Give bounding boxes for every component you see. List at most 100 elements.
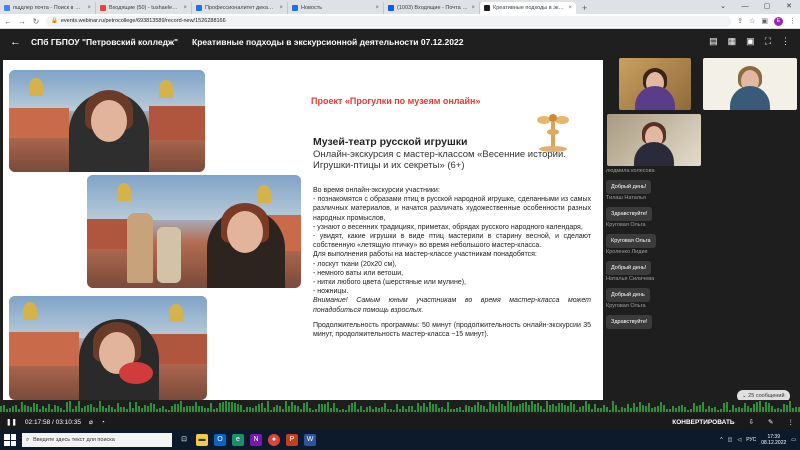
waveform-bar — [159, 408, 161, 412]
chevron-up-icon[interactable]: ^ — [720, 437, 722, 443]
browser-tab[interactable]: Входящие (50) - tushaelena6110@...× — [96, 2, 192, 14]
close-icon[interactable]: × — [471, 5, 475, 11]
waveform-bar — [606, 407, 608, 412]
clock[interactable]: 17:39 08.12.2022 — [761, 434, 786, 446]
waveform-bar — [756, 402, 758, 412]
material-item: - немного ваты или ветоши, — [313, 269, 404, 277]
edge-icon[interactable]: e — [232, 434, 244, 446]
back-icon[interactable]: ← — [4, 17, 12, 26]
pause-icon[interactable]: ❚❚ — [6, 418, 17, 426]
waveform-bar — [741, 407, 743, 412]
new-tab-button[interactable]: + — [576, 2, 593, 14]
onenote-icon[interactable]: N — [250, 434, 262, 446]
browser-tab-active[interactable]: Креативные подходы в экску... × — [480, 2, 576, 14]
notifications-icon[interactable]: ▭ — [791, 437, 796, 443]
waveform-bar — [303, 402, 305, 412]
edit-icon[interactable]: ✎ — [768, 418, 773, 426]
more-icon[interactable]: ⋮ — [781, 36, 790, 47]
browser-tab[interactable]: Новость × — [288, 2, 384, 14]
taskbar-search-input[interactable]: ⌕ Введите здесь текст для поиска — [22, 433, 172, 447]
minimize-icon[interactable]: — — [734, 0, 756, 14]
reload-icon[interactable]: ↻ — [32, 17, 40, 26]
waveform-bar — [765, 401, 767, 412]
bullet-text: - познакомятся с образами птиц в русской… — [313, 196, 591, 222]
chat-author: Тилаш Наталья — [606, 195, 646, 201]
waveform-bar — [54, 404, 56, 412]
waveform-bar — [135, 402, 137, 412]
waveform-bar — [186, 406, 188, 412]
chevron-down-icon[interactable]: ⌄ — [712, 0, 734, 14]
waveform-bar — [672, 405, 674, 412]
waveform-bar — [792, 407, 794, 412]
audio-waveform[interactable] — [0, 400, 800, 414]
waveform-bar — [129, 401, 131, 412]
waveform-bar — [750, 407, 752, 412]
waveform-bar — [570, 402, 572, 412]
chat-icon[interactable]: ▤ — [709, 36, 718, 47]
waveform-bar — [63, 409, 65, 412]
fullscreen-icon[interactable]: ⛶ — [765, 36, 771, 47]
layout-icon[interactable]: ▣ — [746, 36, 755, 47]
waveform-bar — [276, 404, 278, 412]
waveform-bar — [759, 401, 761, 412]
url-input[interactable]: 🔒 events.webinar.ru/petrocollege/6938135… — [46, 15, 732, 27]
video-tile[interactable] — [619, 58, 691, 110]
bullet-text: - узнают о весенних традициях, приметах,… — [313, 223, 583, 231]
video-tile[interactable] — [607, 114, 701, 166]
powerpoint-icon[interactable]: P — [286, 434, 298, 446]
outlook-icon[interactable]: O — [214, 434, 226, 446]
extensions-icon[interactable]: ▣ — [761, 17, 768, 25]
waveform-bar — [222, 402, 224, 412]
close-icon[interactable]: × — [279, 5, 283, 11]
waveform-bar — [447, 402, 449, 412]
waveform-bar — [141, 407, 143, 412]
language-indicator[interactable]: РУС — [746, 437, 756, 443]
menu-icon[interactable]: ⋮ — [789, 17, 796, 25]
chat-author: Кроленко Лидия — [606, 249, 648, 255]
windows-start-icon[interactable] — [4, 434, 16, 446]
video-tile[interactable] — [703, 58, 797, 110]
chrome-icon[interactable]: ● — [268, 434, 280, 446]
waveform-bar — [15, 405, 17, 412]
waveform-bar — [441, 406, 443, 412]
volume-icon[interactable]: ◔ — [101, 419, 105, 426]
close-icon[interactable]: × — [568, 5, 572, 11]
volume-tray-icon[interactable]: ◁ — [737, 437, 741, 443]
waveform-bar — [285, 401, 287, 412]
download-icon[interactable]: ⇩ — [749, 418, 754, 426]
file-explorer-icon[interactable]: ▬ — [196, 434, 208, 446]
waveform-bar — [162, 405, 164, 412]
close-window-icon[interactable]: ✕ — [778, 0, 800, 14]
star-icon[interactable]: ☆ — [749, 17, 755, 25]
waveform-bar — [735, 407, 737, 412]
forward-icon[interactable]: → — [18, 17, 26, 26]
participants-icon[interactable]: ▦ — [728, 36, 737, 47]
back-arrow-icon[interactable]: ← — [10, 36, 21, 48]
waveform-bar — [561, 402, 563, 412]
word-icon[interactable]: W — [304, 434, 316, 446]
share-icon[interactable]: ⇪ — [737, 17, 743, 25]
waveform-bar — [42, 405, 44, 412]
close-icon[interactable]: × — [375, 5, 379, 11]
browser-tab[interactable]: пщдлер почта - Поиск в Google× — [0, 2, 96, 14]
browser-tab[interactable]: (1003) Входящие - Почта Mail.ru× — [384, 2, 480, 14]
close-icon[interactable]: × — [87, 5, 91, 11]
browser-tab[interactable]: Профессионалитет декабрь 2022× — [192, 2, 288, 14]
duration-text: Продолжительность программы: 50 минут (п… — [313, 321, 591, 339]
chat-list: людмила колесова Добрый день! Тилаш Ната… — [603, 168, 800, 330]
waveform-bar — [504, 405, 506, 412]
network-icon[interactable]: ◫ — [728, 437, 733, 443]
waveform-bar — [630, 407, 632, 412]
maximize-icon[interactable]: ▢ — [756, 0, 778, 14]
task-view-icon[interactable]: ⊡ — [178, 434, 190, 446]
waveform-bar — [78, 401, 80, 412]
profile-avatar[interactable]: E — [774, 16, 783, 26]
material-item: - ножницы. — [313, 288, 349, 296]
convert-button[interactable]: КОНВЕРТИРОВАТЬ — [672, 419, 734, 426]
waveform-bar — [486, 408, 488, 412]
waveform-bar — [354, 402, 356, 412]
close-icon[interactable]: × — [183, 5, 187, 11]
more-icon[interactable]: ⋮ — [788, 418, 795, 426]
waveform-bar — [615, 405, 617, 412]
speed-icon[interactable]: ⌀ — [89, 418, 93, 426]
